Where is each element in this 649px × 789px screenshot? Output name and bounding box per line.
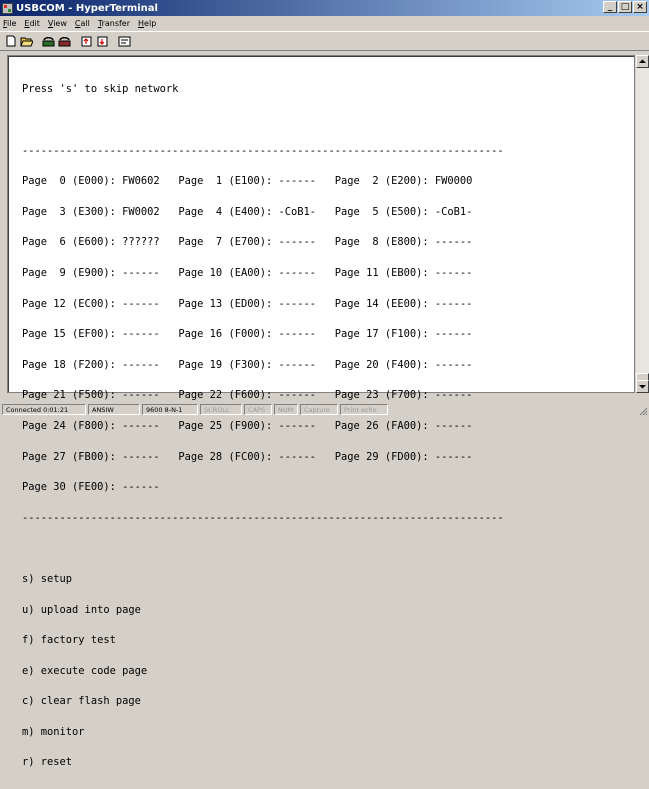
menu-file[interactable]: File: [3, 19, 16, 28]
open-icon[interactable]: [19, 34, 34, 48]
properties-icon[interactable]: [117, 34, 132, 48]
menu-help[interactable]: Help: [138, 19, 156, 28]
menu-edit[interactable]: Edit: [24, 19, 40, 28]
close-button[interactable]: ×: [633, 1, 647, 13]
terminal-line: Page 6 (E600): ?????? Page 7 (E700): ---…: [22, 236, 473, 249]
terminal-line: ----------------------------------------…: [22, 511, 504, 524]
terminal-line: Page 9 (E900): ------ Page 10 (EA00): --…: [22, 266, 473, 279]
terminal-line: s) setup: [22, 572, 73, 585]
menu-call[interactable]: Call: [75, 19, 90, 28]
terminal-line: Page 12 (EC00): ------ Page 13 (ED00): -…: [22, 297, 473, 310]
terminal-line: Page 21 (F500): ------ Page 22 (F600): -…: [22, 389, 473, 402]
status-scroll: SCROLL: [200, 404, 242, 415]
scroll-down-button[interactable]: [636, 380, 649, 393]
terminal-line: f) factory test: [22, 634, 116, 647]
disconnect-icon[interactable]: [57, 34, 72, 48]
terminal-line: m) monitor: [22, 725, 85, 738]
status-print-echo: Print echo: [340, 404, 388, 415]
status-caps: CAPS: [244, 404, 272, 415]
title-bar: USBCOM - HyperTerminal _ □ ×: [0, 0, 649, 16]
receive-icon[interactable]: [95, 34, 110, 48]
terminal-output: Press 's' to skip network --------------…: [22, 64, 504, 788]
triangle-down-icon: [639, 385, 646, 389]
status-port-settings: 9600 8-N-1: [142, 404, 198, 415]
hyperterminal-app-icon[interactable]: [2, 2, 13, 14]
toolbar: [0, 31, 649, 51]
menu-bar: File Edit View Call Transfer Help: [0, 16, 649, 30]
terminal-line: Page 18 (F200): ------ Page 19 (F300): -…: [22, 358, 473, 371]
new-icon[interactable]: [3, 34, 18, 48]
resize-grip-icon[interactable]: [638, 406, 648, 416]
menu-transfer[interactable]: Transfer: [98, 19, 130, 28]
terminal-line: Page 15 (EF00): ------ Page 16 (F000): -…: [22, 328, 473, 341]
terminal-line: Page 27 (FB00): ------ Page 28 (FC00): -…: [22, 450, 473, 463]
minimize-button[interactable]: _: [603, 1, 617, 13]
status-connected: Connected 0:01:21: [2, 404, 86, 415]
terminal-line: u) upload into page: [22, 603, 141, 616]
send-icon[interactable]: [79, 34, 94, 48]
terminal-line: Page 0 (E000): FW0602 Page 1 (E100): ---…: [22, 175, 473, 188]
menu-view[interactable]: View: [48, 19, 67, 28]
terminal-line: c) clear flash page: [22, 695, 141, 708]
status-capture: Capture: [300, 404, 338, 415]
terminal-line: Page 3 (E300): FW0002 Page 4 (E400): -Co…: [22, 205, 473, 218]
status-num: NUM: [274, 404, 298, 415]
status-bar: Connected 0:01:21 ANSIW 9600 8-N-1 SCROL…: [0, 402, 649, 417]
terminal-line: r) reset: [22, 756, 73, 769]
terminal-line: ----------------------------------------…: [22, 144, 504, 157]
terminal-area[interactable]: Press 's' to skip network --------------…: [7, 55, 635, 768]
triangle-up-icon: [639, 59, 646, 63]
call-icon[interactable]: [41, 34, 56, 48]
terminal-line: Page 24 (F800): ------ Page 25 (F900): -…: [22, 419, 473, 432]
vertical-scrollbar[interactable]: [636, 55, 649, 393]
terminal-line: e) execute code page: [22, 664, 148, 677]
status-emulation: ANSIW: [88, 404, 140, 415]
scroll-up-button[interactable]: [636, 55, 649, 68]
terminal-line: Page 30 (FE00): ------: [22, 481, 160, 494]
terminal-line: Press 's' to skip network: [22, 83, 179, 96]
window-title: USBCOM - HyperTerminal: [16, 2, 158, 14]
maximize-button[interactable]: □: [618, 1, 632, 13]
